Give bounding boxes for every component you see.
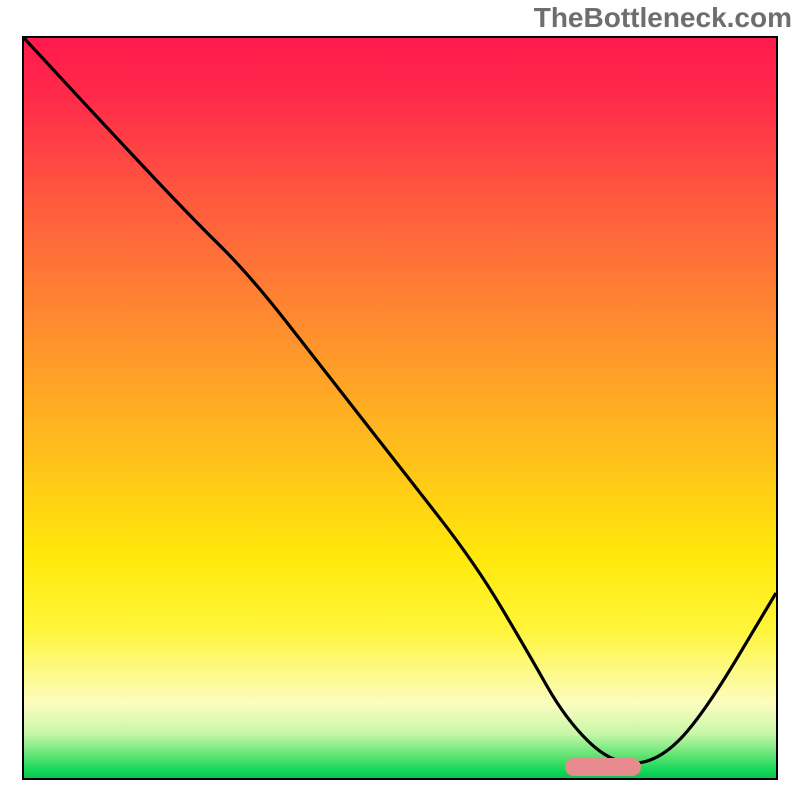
curve-layer (24, 38, 776, 778)
plot-area (22, 36, 778, 780)
watermark-text: TheBottleneck.com (534, 2, 792, 34)
bottleneck-chart: TheBottleneck.com (0, 0, 800, 800)
sweet-spot-marker (565, 758, 640, 776)
bottleneck-curve (24, 38, 776, 763)
